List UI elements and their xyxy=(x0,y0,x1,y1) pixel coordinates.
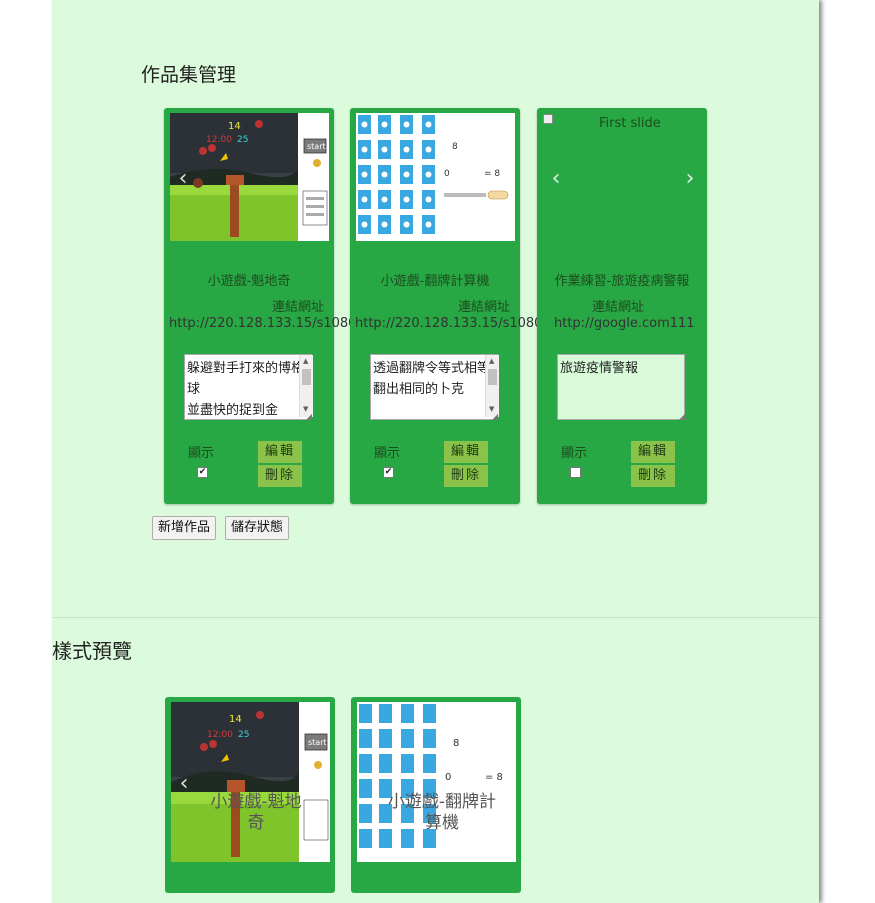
save-status-button[interactable]: 儲存狀態 xyxy=(225,516,290,540)
game-start-text: start xyxy=(307,142,326,151)
link-label: 連結網址 xyxy=(458,300,511,315)
flip-left-text: 0 xyxy=(444,169,450,179)
link-url[interactable]: http://220.128.133.15/s10803 xyxy=(355,316,551,331)
broken-image-icon xyxy=(543,114,553,124)
game-count-text: 25 xyxy=(237,135,248,145)
carousel-prev-icon[interactable]: ‹ xyxy=(173,768,195,800)
preview-carousel-flipcalc: 8 0 = 8 小遊戲-翻牌計算機 xyxy=(357,702,516,862)
game-score-text: 14 xyxy=(229,714,242,725)
resize-grip-icon[interactable]: ◢ xyxy=(492,412,498,421)
link-url[interactable]: http://220.128.133.15/s10803 xyxy=(169,316,365,331)
preview-card-quidditch: 14 12:00 25 start 小遊戲-魁地奇 ‹ xyxy=(165,697,335,893)
carousel-next-icon[interactable]: › xyxy=(679,163,701,195)
flip-right-text: = 8 xyxy=(485,772,503,783)
show-label: 顯示 xyxy=(374,446,401,461)
game-score-text: 14 xyxy=(228,121,241,132)
delete-button[interactable]: 刪除 xyxy=(631,465,675,487)
carousel-flipcalc: 8 0 = 8 xyxy=(356,113,515,241)
link-label: 連結網址 xyxy=(272,300,325,315)
flip-target-text: 8 xyxy=(453,738,459,749)
edit-button[interactable]: 編輯 xyxy=(258,441,302,463)
image-alt-text: First slide xyxy=(599,116,661,131)
flip-target-text: 8 xyxy=(452,142,458,152)
portfolio-section-title: 作品集管理 xyxy=(141,64,237,86)
show-checkbox[interactable]: ✔ xyxy=(383,467,394,478)
flip-right-text: = 8 xyxy=(484,169,500,179)
game-timer-text: 12:00 xyxy=(206,135,232,145)
edit-button[interactable]: 編輯 xyxy=(631,441,675,463)
delete-button[interactable]: 刪除 xyxy=(444,465,488,487)
textarea-scrollbar[interactable]: ▲ ▼ xyxy=(485,355,499,417)
carousel-prev-icon[interactable]: ‹ xyxy=(545,163,567,195)
textarea-scrollbar[interactable]: ▲ ▼ xyxy=(299,355,313,417)
scrollbar-thumb[interactable] xyxy=(302,369,311,385)
preview-caption: 小遊戲-翻牌計算機 xyxy=(387,792,497,833)
section-divider xyxy=(52,617,819,618)
preview-section-title: 樣式預覽 xyxy=(52,639,132,663)
card-title: 小遊戲-翻牌計算機 xyxy=(380,274,490,289)
description-textarea[interactable]: 躲避對手打來的博格球 並盡快的捉到金 xyxy=(184,354,312,420)
preview-carousel-quidditch: 14 12:00 25 start 小遊戲-魁地奇 ‹ xyxy=(171,702,330,862)
add-work-button[interactable]: 新增作品 xyxy=(152,516,217,540)
link-label: 連結網址 xyxy=(592,300,645,315)
show-checkbox[interactable]: ✔ xyxy=(197,467,208,478)
description-textarea[interactable]: 透過翻牌令等式相等 翻出相同的卜克 xyxy=(370,354,498,420)
flip-left-text: 0 xyxy=(445,772,451,783)
show-label: 顯示 xyxy=(188,446,215,461)
game-count-text: 25 xyxy=(238,730,249,740)
carousel-prev-icon[interactable]: ‹ xyxy=(172,163,194,195)
resize-grip-icon[interactable]: ◢ xyxy=(306,412,312,421)
carousel-travel-alert: First slide ‹ › xyxy=(541,113,703,241)
portfolio-card-quidditch: 14 12:00 25 start ‹ 小遊戲-魁地奇 連結網址 http://… xyxy=(164,108,365,504)
edit-button[interactable]: 編輯 xyxy=(444,441,488,463)
portfolio-card-travel-alert: First slide ‹ › 作業練習-旅遊疫病警報 連結網址 http://… xyxy=(537,108,707,504)
card-title: 作業練習-旅遊疫病警報 xyxy=(554,274,690,289)
flipcalc-screenshot-image: 8 0 = 8 xyxy=(357,702,516,862)
link-url[interactable]: http://google.com111 xyxy=(554,316,695,331)
scroll-up-icon[interactable]: ▲ xyxy=(303,357,308,365)
description-textarea[interactable]: 旅遊疫情警報 xyxy=(557,354,685,420)
portfolio-card-flipcalc: 8 0 = 8 小遊戲-翻牌計算機 連結網址 http://220.128.13… xyxy=(350,108,551,504)
show-label: 顯示 xyxy=(561,446,588,461)
scroll-up-icon[interactable]: ▲ xyxy=(489,357,494,365)
resize-grip-icon[interactable]: ◢ xyxy=(679,412,685,421)
delete-button[interactable]: 刪除 xyxy=(258,465,302,487)
page-content: 作品集管理 14 12:00 25 start ‹ 小遊戲-魁地奇 連結網址 h… xyxy=(52,0,819,903)
game-start-text: start xyxy=(308,738,327,747)
game-timer-text: 12:00 xyxy=(207,730,233,740)
show-checkbox[interactable] xyxy=(570,467,581,478)
flipcalc-screenshot-image: 8 0 = 8 xyxy=(356,113,515,241)
scrollbar-thumb[interactable] xyxy=(488,369,497,385)
preview-card-flipcalc: 8 0 = 8 小遊戲-翻牌計算機 xyxy=(351,697,521,893)
card-title: 小遊戲-魁地奇 xyxy=(207,274,291,289)
